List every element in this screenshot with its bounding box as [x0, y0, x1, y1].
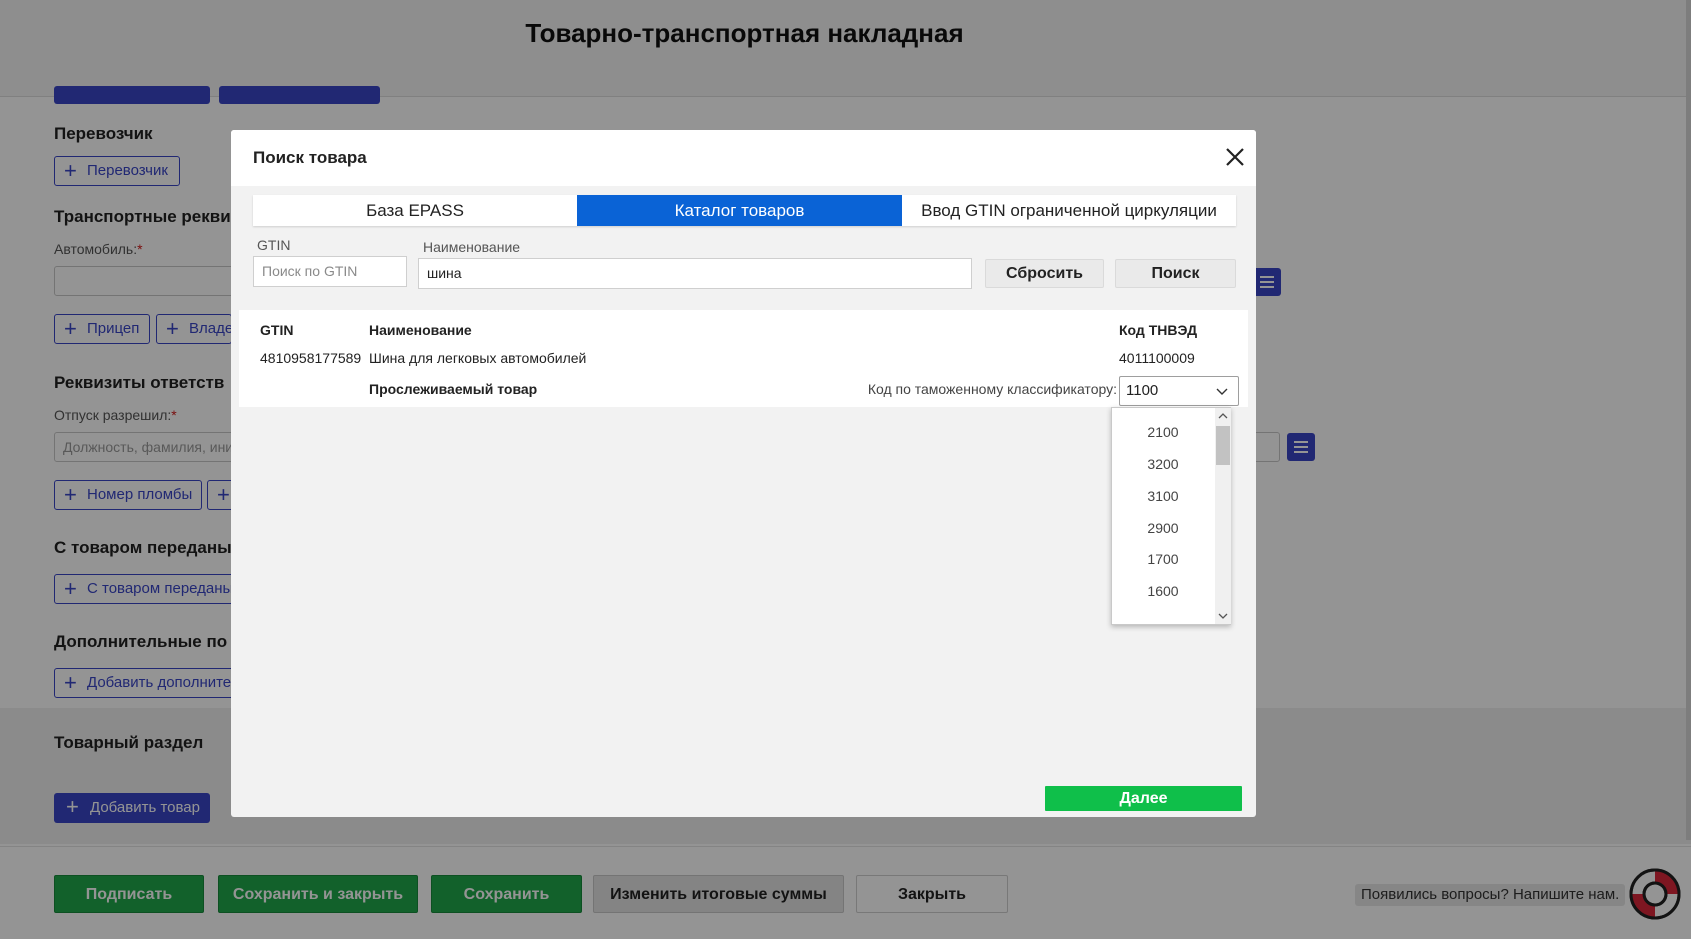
tab-epass[interactable]: База EPASS [253, 195, 577, 226]
gtin-search-input[interactable]: Поиск по GTIN [253, 256, 407, 287]
dropdown-option[interactable]: 3200 [1112, 447, 1214, 481]
chevron-down-icon[interactable] [1218, 611, 1228, 621]
chevron-up-icon[interactable] [1218, 411, 1228, 421]
name-search-input[interactable]: шина [418, 258, 972, 289]
row-gtin[interactable]: 4810958177589 [260, 350, 361, 366]
modal-header: Поиск товара [231, 130, 1256, 186]
customs-code-value: 1100 [1126, 382, 1159, 399]
customs-code-select[interactable]: 1100 [1119, 376, 1239, 406]
results-table: GTIN Наименование Код ТНВЭД 481095817758… [239, 310, 1248, 407]
header-name: Наименование [369, 322, 472, 338]
dropdown-option[interactable]: 1700 [1112, 542, 1214, 576]
tab-gtin-limited[interactable]: Ввод GTIN ограниченной циркуляции [902, 195, 1236, 226]
header-gtin: GTIN [260, 322, 294, 338]
header-tnved: Код ТНВЭД [1119, 322, 1198, 338]
row-name[interactable]: Шина для легковых автомобилей [369, 350, 586, 366]
name-label: Наименование [423, 239, 521, 255]
gtin-label: GTIN [257, 237, 291, 253]
close-icon[interactable] [1224, 146, 1246, 168]
dropdown-option[interactable]: 3100 [1112, 479, 1214, 513]
reset-button[interactable]: Сбросить [985, 259, 1104, 288]
customs-code-label: Код по таможенному классификатору: [867, 381, 1117, 397]
dropdown-option[interactable]: 2900 [1112, 511, 1214, 545]
product-search-modal: Поиск товара База EPASS Каталог товаров … [231, 130, 1256, 817]
row-tnved[interactable]: 4011100009 [1119, 350, 1195, 366]
customs-code-dropdown: 2100 3200 3100 2900 1700 1600 [1111, 407, 1231, 625]
dropdown-option[interactable]: 2100 [1112, 415, 1214, 449]
modal-title: Поиск товара [253, 148, 367, 167]
tab-catalog[interactable]: Каталог товаров [577, 195, 902, 226]
search-button[interactable]: Поиск [1115, 259, 1236, 288]
dropdown-option[interactable]: 1600 [1112, 574, 1214, 608]
next-button[interactable]: Далее [1045, 786, 1242, 811]
chevron-down-icon [1216, 388, 1228, 395]
dropdown-scrollbar[interactable] [1215, 408, 1231, 624]
search-tabs: База EPASS Каталог товаров Ввод GTIN огр… [253, 195, 1236, 226]
scrollbar-thumb[interactable] [1216, 426, 1230, 465]
tracked-product-label: Прослеживаемый товар [369, 381, 538, 397]
